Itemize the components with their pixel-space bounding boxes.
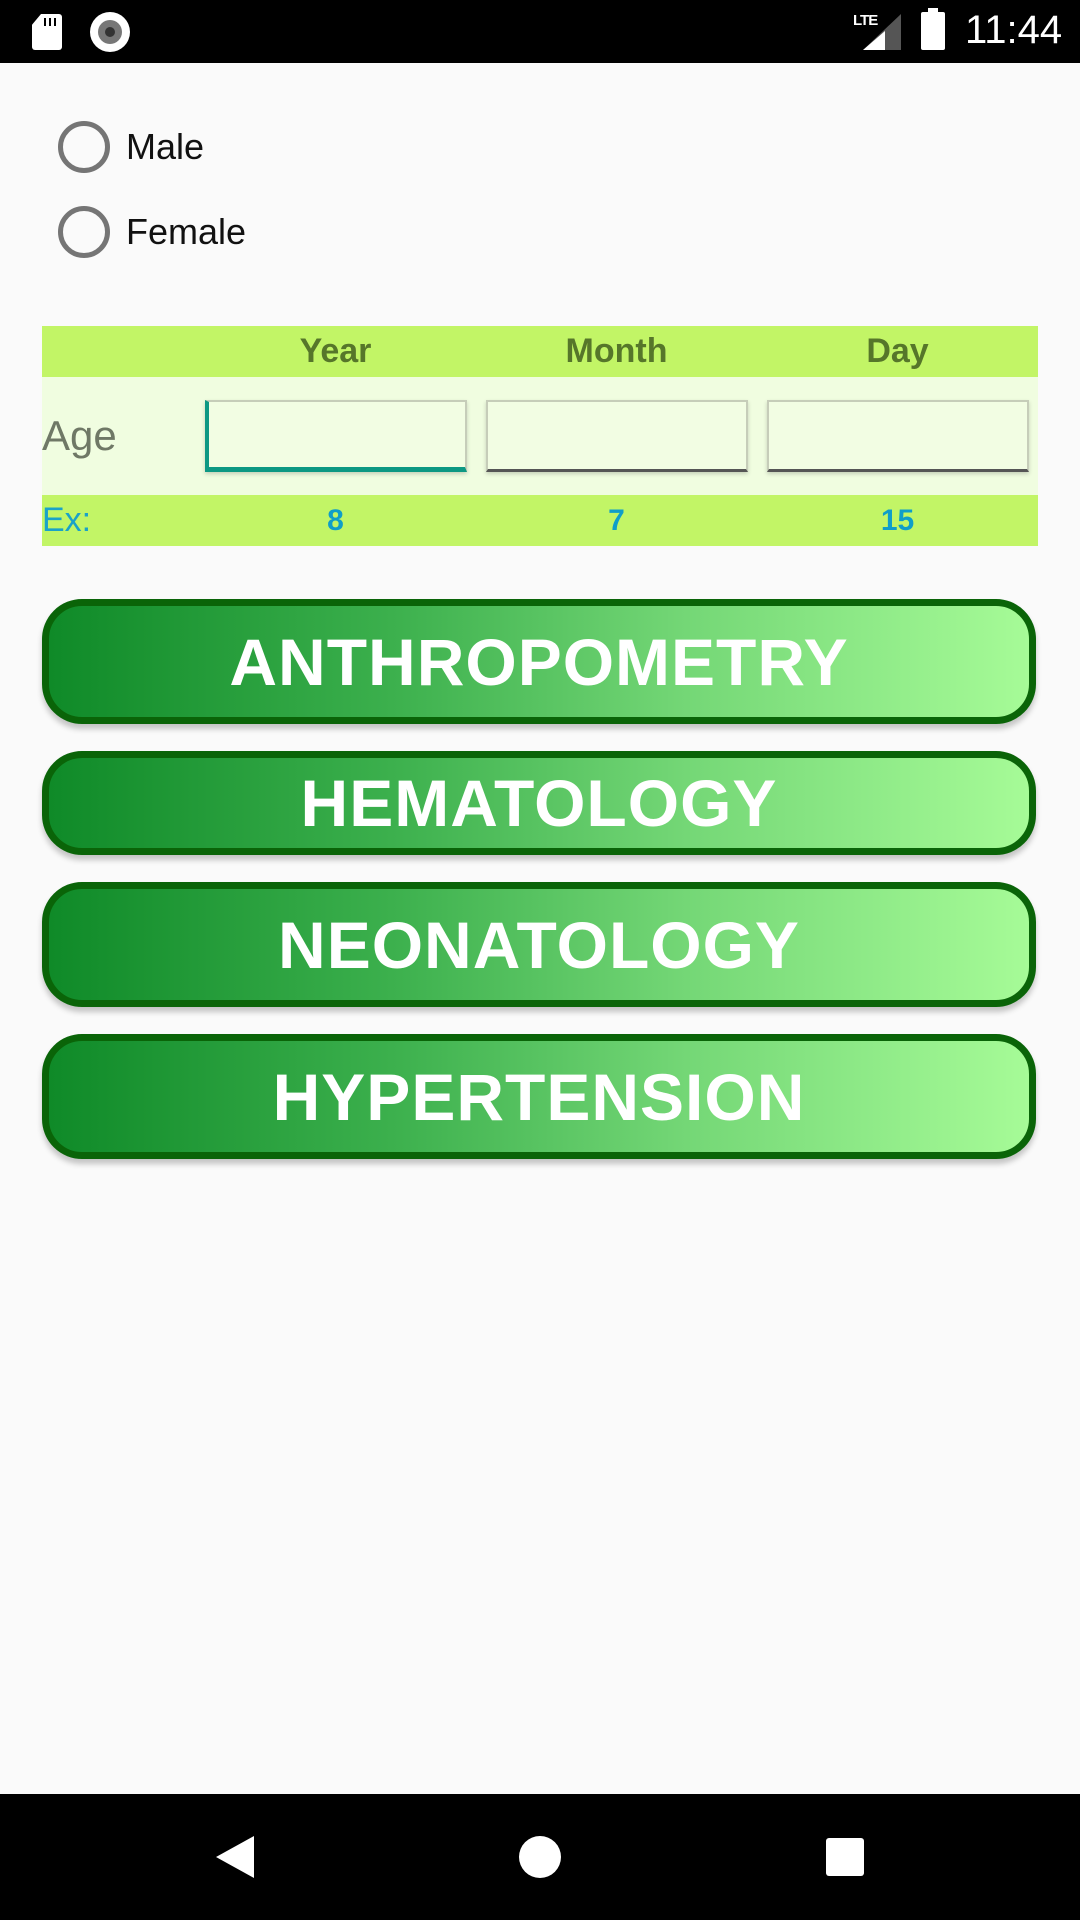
age-table: Year Month Day Age Ex: 8 7 15 bbox=[42, 326, 1038, 546]
signal-icon bbox=[863, 14, 901, 50]
radio-button-icon[interactable] bbox=[58, 206, 110, 258]
hypertension-button[interactable]: HYPERTENSION bbox=[42, 1034, 1036, 1159]
example-year: 8 bbox=[327, 503, 344, 537]
button-label: HYPERTENSION bbox=[272, 1059, 806, 1134]
day-input[interactable] bbox=[766, 400, 1029, 472]
column-header-day: Day bbox=[866, 332, 929, 370]
clock: 11:44 bbox=[965, 8, 1063, 52]
battery-icon bbox=[921, 8, 945, 50]
age-table-header: Year Month Day bbox=[42, 326, 1038, 377]
anthropometry-button[interactable]: ANTHROPOMETRY bbox=[42, 599, 1036, 724]
screen-record-icon bbox=[90, 12, 130, 52]
status-bar: LTE 11:44 bbox=[0, 0, 1080, 63]
column-header-year: Year bbox=[299, 332, 372, 370]
radio-male[interactable]: Male bbox=[58, 121, 204, 173]
radio-button-icon[interactable] bbox=[58, 121, 110, 173]
example-month: 7 bbox=[608, 503, 625, 537]
neonatology-button[interactable]: NEONATOLOGY bbox=[42, 882, 1036, 1007]
age-input-row: Age bbox=[42, 377, 1038, 495]
example-row: Ex: 8 7 15 bbox=[42, 495, 1038, 546]
column-header-month: Month bbox=[565, 332, 668, 370]
example-day: 15 bbox=[880, 503, 915, 537]
home-icon[interactable] bbox=[519, 1836, 561, 1878]
year-input[interactable] bbox=[204, 400, 467, 472]
example-label: Ex: bbox=[42, 501, 92, 539]
radio-label: Female bbox=[126, 211, 247, 252]
radio-label: Male bbox=[126, 126, 205, 167]
hematology-button[interactable]: HEMATOLOGY bbox=[42, 751, 1036, 855]
recents-icon[interactable] bbox=[826, 1838, 864, 1876]
age-label: Age bbox=[42, 412, 117, 459]
radio-female[interactable]: Female bbox=[58, 206, 246, 258]
sd-card-icon bbox=[32, 14, 62, 50]
month-input[interactable] bbox=[485, 400, 748, 472]
back-icon[interactable] bbox=[216, 1836, 254, 1878]
button-label: NEONATOLOGY bbox=[278, 907, 800, 982]
button-label: ANTHROPOMETRY bbox=[229, 624, 849, 699]
button-label: HEMATOLOGY bbox=[300, 766, 778, 840]
